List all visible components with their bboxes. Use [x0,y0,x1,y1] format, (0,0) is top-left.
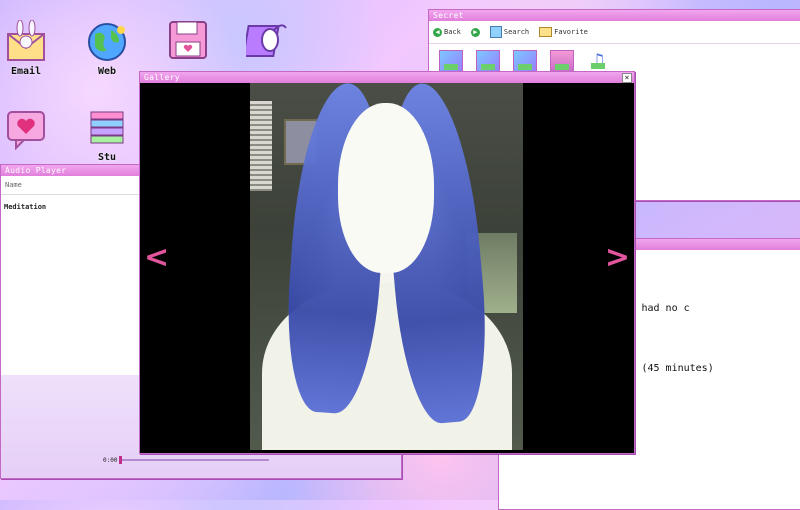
window-title: Secret [433,11,464,20]
back-button[interactable]: ◀ Back [433,27,461,37]
globe-icon [85,20,129,64]
forward-arrow-icon: ▶ [470,27,480,37]
gallery-titlebar[interactable]: Gallery × [140,72,634,83]
desktop-icon-mouse[interactable] [238,18,298,64]
desktop-icon-study[interactable]: Stu [77,106,137,163]
seek-slider[interactable] [119,456,269,464]
forward-button[interactable]: ▶ [470,27,480,37]
secret-window-titlebar[interactable]: Secret [429,10,800,21]
heart-chat-icon [4,106,48,151]
previous-image-button[interactable]: < [144,243,169,273]
gallery-photo [250,83,523,450]
search-icon [489,26,502,38]
track-title: Meditation [4,203,47,211]
bunny-mail-icon [4,19,48,64]
time-display: 0:00 [103,457,118,464]
back-label: Back [444,28,461,36]
favorite-label: Favorite [554,28,588,36]
next-image-button[interactable]: > [605,243,630,273]
floppy-disk-icon [166,18,210,62]
folder-icon [539,27,553,37]
search-button[interactable]: Search [489,26,530,38]
window-title: Audio Player [5,166,67,175]
desktop-icon-label: Stu [97,152,117,163]
music-file-icon[interactable]: ♫ [587,50,609,72]
close-icon: × [624,73,630,82]
gallery-window: Gallery × < > [139,71,635,454]
seek-handle[interactable] [119,456,122,464]
desktop-icon-label: Web [97,66,117,77]
window-blinds [250,101,272,191]
secret-toolbar: ◀ Back ▶ Search Favorite [429,21,800,44]
person-face [338,103,434,273]
close-button[interactable]: × [622,73,632,83]
desktop-icon-save[interactable] [158,18,218,64]
desktop-icon-web[interactable]: Web [77,20,137,77]
mouse-icon [242,18,290,62]
book-stack-icon [85,106,129,150]
desktop-icon-label: Email [10,66,42,77]
back-arrow-icon: ◀ [433,27,442,37]
desktop-icon-email[interactable]: Email [0,19,56,77]
desktop-icon-chat[interactable] [0,106,56,152]
favorite-button[interactable]: Favorite [539,27,588,37]
window-title: Gallery [144,73,180,82]
name-column-header[interactable]: Name [5,181,22,189]
search-label: Search [503,28,530,36]
gallery-viewer: < > [140,83,634,453]
